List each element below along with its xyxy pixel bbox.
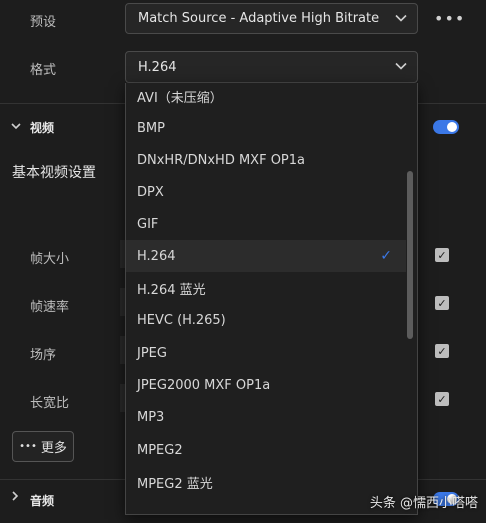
audio-section-title: 音频 (30, 494, 55, 508)
aspect-ratio-label: 长宽比 (30, 396, 70, 411)
dropdown-item[interactable]: MP3 (126, 401, 406, 433)
more-button-label: 更多 (40, 441, 67, 456)
dropdown-item[interactable]: MPEG2 (126, 434, 406, 466)
dropdown-item[interactable]: HEVC (H.265) (126, 304, 406, 336)
dropdown-item-label: BMP (137, 120, 165, 136)
chevron-down-icon (395, 11, 407, 26)
chevron-down-icon[interactable] (11, 120, 21, 133)
preset-label: 预设 (30, 15, 57, 30)
dropdown-item-label: MP3 (137, 409, 165, 425)
more-button[interactable]: ••• 更多 (12, 431, 74, 462)
format-dropdown-list[interactable]: AVI（未压缩） BMP DNxHR/DNxHD MXF OP1a DPX GI… (125, 83, 418, 515)
dropdown-item-label: H.264 (137, 248, 176, 264)
dropdown-item[interactable]: JPEG (126, 337, 406, 369)
dropdown-item[interactable]: DNxHR/DNxHD MXF OP1a (126, 144, 406, 176)
dropdown-item[interactable]: AVI（未压缩） (126, 83, 406, 112)
dropdown-item[interactable]: GIF (126, 208, 406, 240)
frame-size-label: 帧大小 (30, 252, 70, 267)
dropdown-item[interactable]: MPEG2 蓝光 (126, 466, 406, 498)
dropdown-item-label: GIF (137, 216, 159, 232)
video-toggle[interactable] (433, 120, 459, 134)
dropdown-item-label: JPEG (137, 345, 167, 361)
basic-video-settings-heading: 基本视频设置 (12, 165, 96, 181)
aspect-ratio-checkbox[interactable]: ✓ (435, 392, 449, 406)
dropdown-item[interactable]: H.264 蓝光 (126, 272, 406, 304)
dropdown-scrollbar[interactable] (407, 171, 413, 339)
dropdown-item[interactable]: BMP (126, 112, 406, 144)
dropdown-item-label: HEVC (H.265) (137, 312, 226, 328)
format-select[interactable]: H.264 (125, 51, 418, 83)
dropdown-item-label: MPEG2 (137, 442, 183, 458)
dropdown-item-label: JPEG2000 MXF OP1a (137, 377, 271, 393)
more-dots-icon: ••• (19, 441, 37, 452)
field-order-label: 场序 (30, 348, 57, 363)
dropdown-item-label: H.264 蓝光 (137, 282, 206, 298)
preset-select-value: Match Source - Adaptive High Bitrate (138, 11, 380, 26)
frame-rate-label: 帧速率 (30, 300, 70, 315)
chevron-down-icon (395, 60, 407, 75)
dropdown-item-label: AVI（未压缩） (137, 90, 223, 106)
format-select-value: H.264 (138, 59, 177, 75)
dropdown-item-label: DPX (137, 184, 164, 200)
video-section-title: 视频 (30, 121, 55, 135)
chevron-right-icon[interactable] (12, 491, 19, 504)
preset-select[interactable]: Match Source - Adaptive High Bitrate (125, 3, 418, 34)
checkmark-icon: ✓ (380, 248, 392, 264)
dropdown-item-selected[interactable]: H.264 ✓ (126, 240, 406, 272)
dropdown-item-label: DNxHR/DNxHD MXF OP1a (137, 152, 306, 168)
dropdown-item[interactable]: JPEG2000 MXF OP1a (126, 369, 406, 401)
field-order-checkbox[interactable]: ✓ (435, 344, 449, 358)
frame-rate-checkbox[interactable]: ✓ (435, 296, 449, 310)
format-label: 格式 (30, 63, 57, 78)
frame-size-checkbox[interactable]: ✓ (435, 248, 449, 262)
dropdown-item-label: MPEG2 蓝光 (137, 476, 213, 492)
watermark: 头条 @懦西小嗒嗒 (369, 496, 478, 511)
dropdown-item[interactable]: DPX (126, 176, 406, 208)
preset-more-icon[interactable]: ••• (434, 9, 465, 28)
